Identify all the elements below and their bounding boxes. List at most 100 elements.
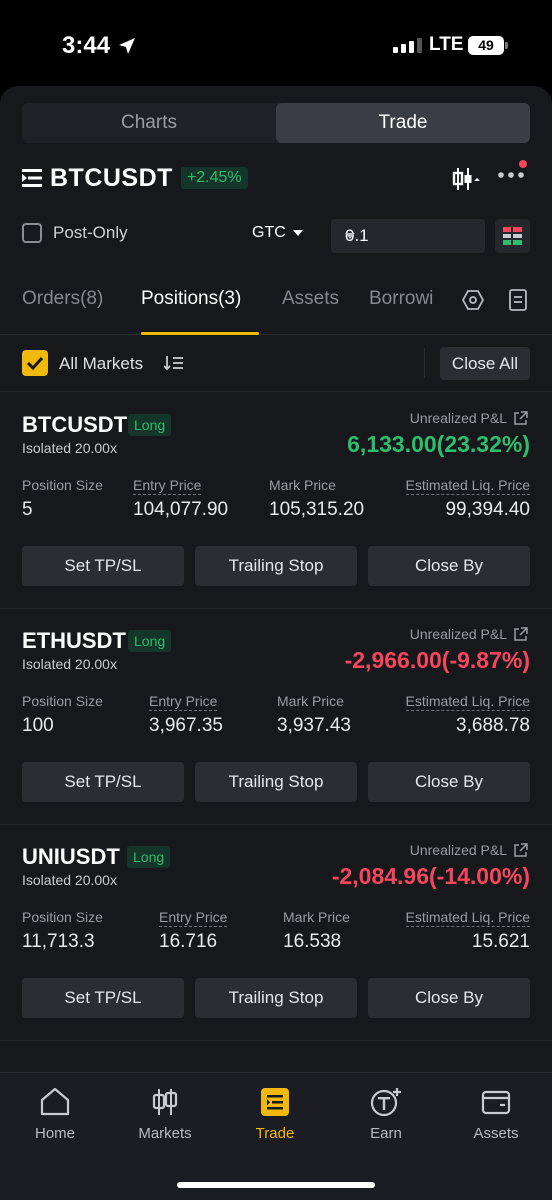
position-size-value: 5: [22, 499, 33, 520]
post-only-checkbox[interactable]: [22, 223, 42, 243]
close-all-button[interactable]: Close All: [440, 347, 530, 380]
liq-price-value: 15.621: [471, 931, 530, 952]
positions-tabs: Orders(8) Positions(3) Assets Borrowi: [0, 281, 552, 335]
share-icon: [514, 410, 528, 425]
entry-price-value: 3,967.35: [149, 715, 223, 736]
tab-charts[interactable]: Charts: [22, 103, 276, 143]
unrealized-pnl-value: 6,133.00(23.32%): [347, 431, 530, 457]
nav-markets[interactable]: Markets: [115, 1087, 215, 1142]
entry-price-value: 16.716: [159, 931, 218, 952]
positions-filter-bar: All Markets Close All: [0, 336, 552, 392]
margin-mode: Isolated 20.00x: [22, 656, 117, 672]
symbol-header: BTCUSDT +2.45%: [22, 160, 530, 194]
mark-price-label: Mark Price: [269, 477, 336, 493]
entry-price-label[interactable]: Entry Price: [149, 693, 218, 711]
tab-assets[interactable]: Assets: [282, 288, 339, 310]
signal-icon: [393, 37, 422, 53]
check-icon: [26, 356, 44, 371]
battery-icon: 49: [468, 36, 504, 55]
nav-trade[interactable]: Trade: [225, 1087, 325, 1142]
unrealized-pnl-value: -2,084.96(-14.00%): [331, 863, 530, 889]
tab-positions[interactable]: Positions(3): [141, 288, 241, 310]
position-card: ETHUSDT Long Isolated 20.00x Unrealized …: [0, 609, 552, 825]
symbol-name[interactable]: BTCUSDT: [50, 164, 173, 193]
unrealized-pnl-label[interactable]: Unrealized P&L: [410, 626, 528, 642]
tab-trade[interactable]: Trade: [276, 103, 530, 143]
trade-sheet: Charts Trade BTCUSDT +2.45% Post-Only GT…: [0, 86, 552, 1200]
nav-earn[interactable]: Earn: [336, 1087, 436, 1142]
status-time: 3:44: [62, 32, 136, 60]
mark-price-value: 3,937.43: [277, 715, 351, 736]
orderbook-layout-button[interactable]: [495, 219, 530, 253]
close-by-button[interactable]: Close By: [368, 546, 530, 586]
mark-price-label: Mark Price: [277, 693, 344, 709]
nav-assets[interactable]: Assets: [446, 1087, 546, 1142]
set-tpsl-button[interactable]: Set TP/SL: [22, 978, 184, 1018]
chevron-down-icon: [345, 233, 355, 239]
set-tpsl-button[interactable]: Set TP/SL: [22, 762, 184, 802]
notification-dot: [519, 160, 527, 168]
quantity-select[interactable]: 0.1: [331, 219, 485, 253]
margin-mode: Isolated 20.00x: [22, 872, 117, 888]
trailing-stop-button[interactable]: Trailing Stop: [195, 762, 357, 802]
tab-borrow[interactable]: Borrowi: [369, 288, 441, 310]
unrealized-pnl-value: -2,966.00(-9.87%): [344, 647, 530, 673]
share-icon: [514, 842, 528, 857]
time-in-force-select[interactable]: GTC: [252, 224, 303, 242]
trailing-stop-button[interactable]: Trailing Stop: [195, 546, 357, 586]
entry-price-label[interactable]: Entry Price: [133, 477, 202, 495]
status-bar: 3:44 LTE 49: [0, 0, 552, 86]
menu-icon[interactable]: [22, 168, 44, 188]
set-tpsl-button[interactable]: Set TP/SL: [22, 546, 184, 586]
entry-price-label[interactable]: Entry Price: [159, 909, 228, 927]
home-icon: [40, 1087, 70, 1116]
liq-price-label[interactable]: Estimated Liq. Price: [405, 909, 530, 927]
position-size-label: Position Size: [22, 477, 103, 493]
order-options: Post-Only GTC 0.1: [22, 219, 530, 253]
position-symbol[interactable]: UNIUSDT: [22, 844, 120, 870]
battery-cap: [505, 42, 508, 49]
position-symbol[interactable]: BTCUSDT: [22, 412, 127, 438]
all-markets-label: All Markets: [59, 354, 144, 373]
unrealized-pnl-label[interactable]: Unrealized P&L: [410, 410, 528, 426]
post-only-label: Post-Only: [53, 223, 128, 242]
orderbook-icon: [503, 227, 522, 245]
share-icon: [514, 626, 528, 641]
order-history-icon[interactable]: [508, 289, 528, 311]
earn-icon: [370, 1088, 401, 1117]
position-symbol[interactable]: ETHUSDT: [22, 628, 126, 654]
network-type: LTE: [429, 34, 464, 55]
view-segment: Charts Trade: [22, 103, 530, 143]
liq-price-label[interactable]: Estimated Liq. Price: [405, 693, 530, 711]
wallet-icon: [481, 1090, 511, 1115]
liq-price-value: 3,688.78: [456, 715, 530, 736]
sort-icon[interactable]: [164, 355, 184, 371]
side-badge: Long: [128, 414, 172, 436]
settings-hexagon-icon[interactable]: [462, 289, 484, 311]
side-badge: Long: [127, 846, 171, 868]
unrealized-pnl-label[interactable]: Unrealized P&L: [410, 842, 528, 858]
candlestick-icon[interactable]: [452, 166, 480, 192]
more-icon[interactable]: [498, 172, 524, 178]
entry-price-value: 104,077.90: [133, 499, 229, 520]
home-indicator: [177, 1182, 375, 1188]
position-card: UNIUSDT Long Isolated 20.00x Unrealized …: [0, 825, 552, 1041]
price-change-badge: +2.45%: [180, 167, 248, 189]
all-markets-checkbox[interactable]: [22, 350, 48, 376]
liq-price-value: 99,394.40: [445, 499, 530, 520]
candlestick-icon: [152, 1089, 178, 1115]
close-by-button[interactable]: Close By: [368, 762, 530, 802]
tab-orders[interactable]: Orders(8): [22, 288, 103, 310]
position-size-label: Position Size: [22, 909, 103, 925]
position-card: BTCUSDT Long Isolated 20.00x Unrealized …: [0, 393, 552, 609]
trailing-stop-button[interactable]: Trailing Stop: [195, 978, 357, 1018]
close-by-button[interactable]: Close By: [368, 978, 530, 1018]
mark-price-label: Mark Price: [283, 909, 350, 925]
location-arrow-icon: [119, 38, 136, 54]
liq-price-label[interactable]: Estimated Liq. Price: [405, 477, 530, 495]
position-size-value: 11,713.3: [22, 931, 95, 952]
position-size-value: 100: [22, 715, 54, 736]
bottom-nav: Home Markets Trade Earn Assets: [0, 1072, 552, 1200]
active-tab-indicator: [141, 332, 259, 335]
nav-home[interactable]: Home: [5, 1087, 105, 1142]
